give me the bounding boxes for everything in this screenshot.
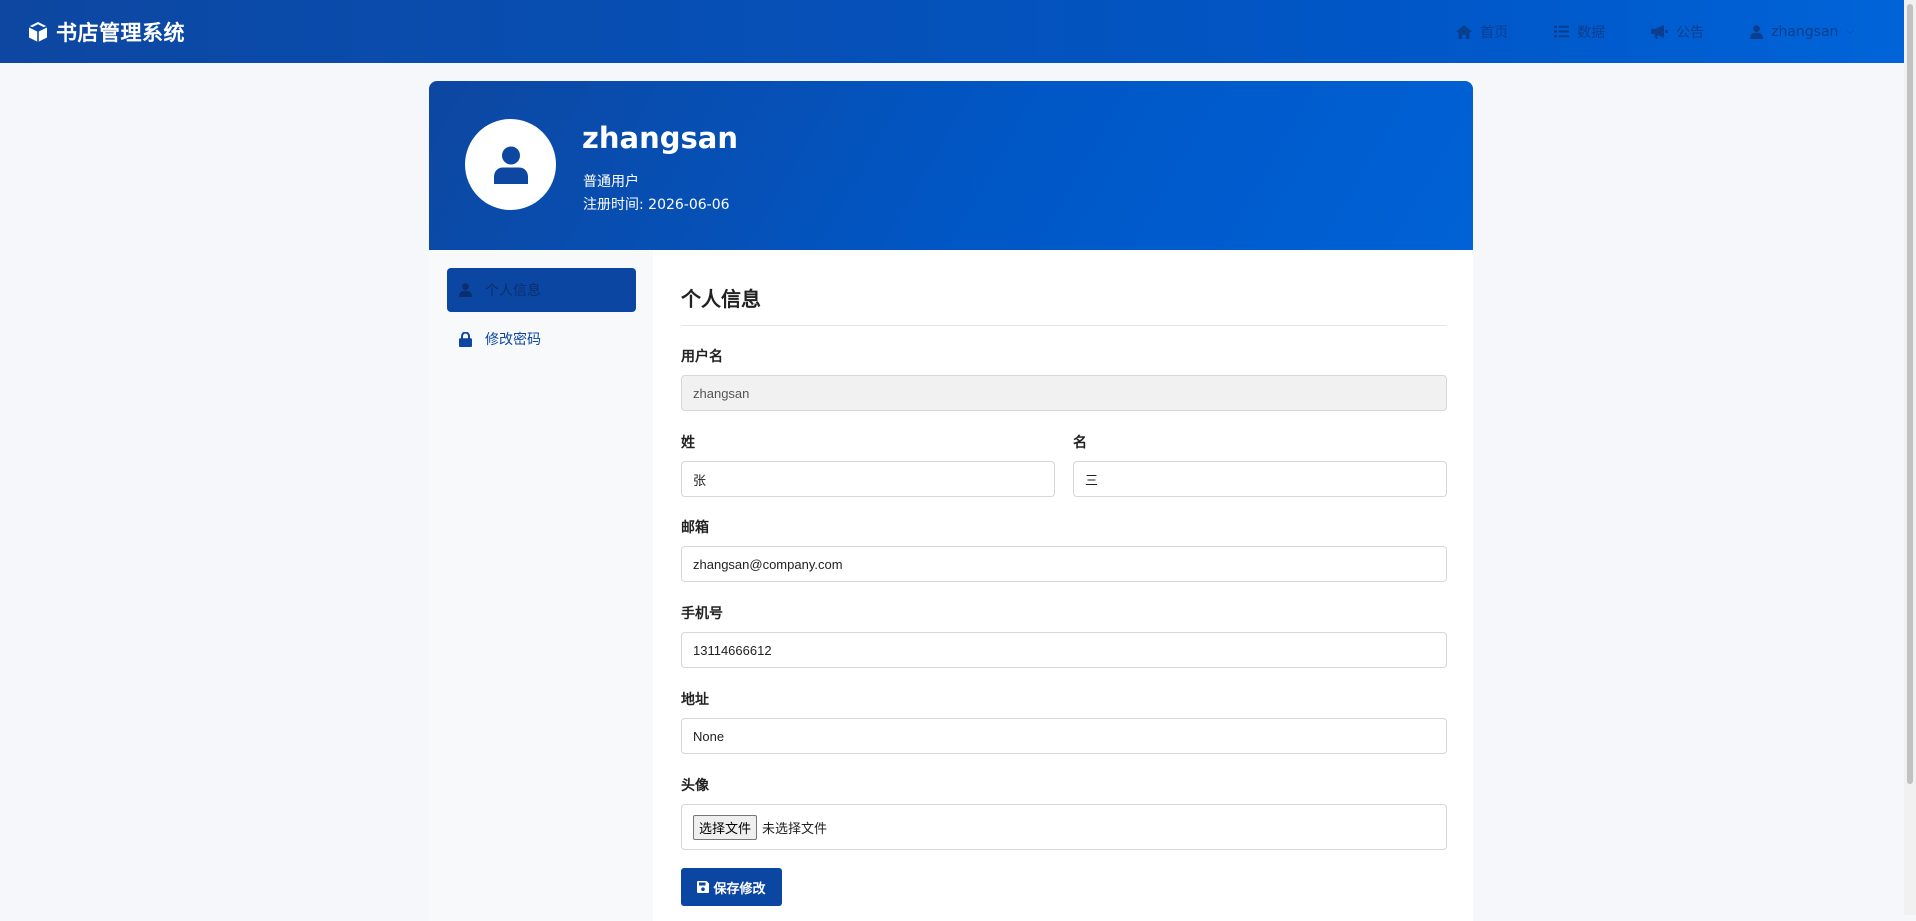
phone-value: 13114666612 — [693, 642, 772, 658]
email-field[interactable]: zhangsan@company.com — [681, 546, 1447, 582]
megaphone-icon — [1651, 24, 1669, 39]
phone-label: 手机号 — [681, 606, 723, 622]
section-title: 个人信息 — [681, 287, 761, 311]
sidebar-item-change-password[interactable]: 修改密码 — [447, 317, 636, 361]
save-icon — [697, 881, 710, 893]
user-menu-label: zhangsan — [1771, 23, 1839, 40]
phone-field[interactable]: 13114666612 — [681, 632, 1447, 668]
profile-registration: 注册时间: 2026-06-06 — [583, 194, 730, 214]
brand-title: 书店管理系统 — [56, 20, 185, 45]
sidebar-item-label: 修改密码 — [485, 332, 541, 348]
address-label: 地址 — [681, 692, 709, 708]
first-name-field[interactable]: 三 — [1073, 461, 1447, 497]
username-field[interactable]: zhangsan — [681, 375, 1447, 411]
scrollbar-thumb[interactable] — [1907, 4, 1913, 784]
first-name-label: 名 — [1073, 435, 1087, 451]
page-scrollbar[interactable] — [1904, 0, 1916, 915]
profile-role: 普通用户 — [583, 174, 639, 190]
save-button[interactable]: 保存修改 — [681, 868, 782, 906]
last-name-value: 张 — [693, 472, 707, 488]
nav-links: 首页 数据 公告 zhangsan ⌵ — [1456, 0, 1904, 63]
first-name-value: 三 — [1085, 472, 1099, 488]
email-label: 邮箱 — [681, 520, 709, 536]
nav-link-label: 首页 — [1480, 24, 1509, 41]
user-icon — [1750, 24, 1764, 39]
nav-link-data[interactable]: 数据 — [1554, 22, 1605, 42]
avatar — [465, 119, 556, 210]
username-label: 用户名 — [681, 349, 723, 365]
user-menu-toggle[interactable]: zhangsan ⌵ — [1750, 24, 1854, 40]
avatar-file-field: 选择文件 未选择文件 — [681, 804, 1447, 850]
chevron-down-icon: ⌵ — [1846, 26, 1854, 37]
section-divider — [681, 325, 1447, 326]
brand[interactable]: 书店管理系统 — [26, 17, 185, 47]
user-icon — [459, 283, 472, 297]
file-status: 未选择文件 — [762, 820, 828, 836]
sidebar-item-label: 个人信息 — [485, 283, 541, 299]
top-navbar: 书店管理系统 首页 数据 公告 zhangsan ⌵ — [0, 0, 1904, 63]
email-value: zhangsan@company.com — [693, 556, 843, 572]
choose-file-button[interactable]: 选择文件 — [693, 814, 758, 840]
nav-link-announcement[interactable]: 公告 — [1651, 22, 1704, 42]
list-icon — [1554, 25, 1570, 38]
profile-header: zhangsan 普通用户 注册时间: 2026-06-06 — [429, 81, 1473, 250]
last-name-label: 姓 — [681, 435, 695, 451]
sidebar-item-personal-info[interactable]: 个人信息 — [447, 268, 636, 312]
lock-icon — [459, 331, 472, 347]
nav-link-label: 数据 — [1577, 24, 1606, 41]
user-icon — [493, 146, 528, 184]
profile-card: zhangsan 普通用户 注册时间: 2026-06-06 个人信息 修改密码… — [429, 81, 1473, 921]
username-value: zhangsan — [693, 385, 750, 401]
avatar-label: 头像 — [681, 778, 709, 794]
nav-link-label: 公告 — [1676, 24, 1705, 41]
profile-sidebar: 个人信息 修改密码 — [429, 250, 653, 921]
cube-icon — [28, 21, 48, 42]
home-icon — [1456, 24, 1473, 39]
profile-username: zhangsan — [582, 121, 738, 155]
address-value: None — [693, 728, 725, 744]
registration-label: 注册时间: — [583, 197, 644, 213]
save-button-label: 保存修改 — [713, 881, 766, 897]
nav-link-home[interactable]: 首页 — [1456, 22, 1508, 42]
last-name-field[interactable]: 张 — [681, 461, 1055, 497]
address-field[interactable]: None — [681, 718, 1447, 754]
registration-date: 2026-06-06 — [648, 197, 730, 213]
